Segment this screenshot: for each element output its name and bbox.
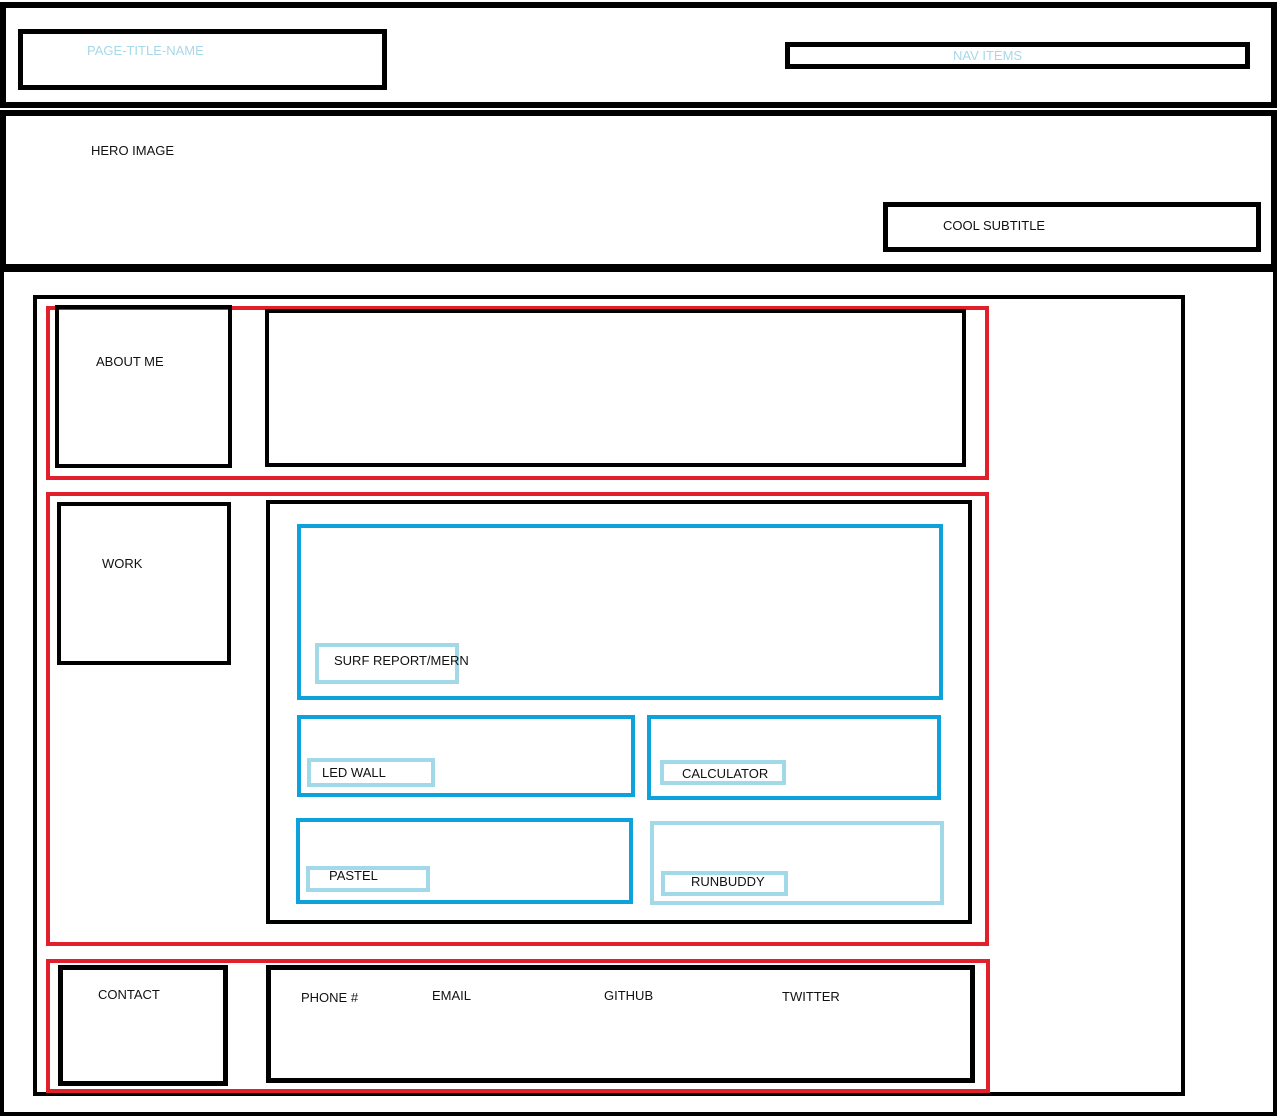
- project-label: SURF REPORT/MERN: [334, 653, 469, 668]
- hero-image-label: HERO IMAGE: [91, 143, 175, 158]
- contact-heading: CONTACT: [98, 987, 160, 1002]
- hero-subtitle: COOL SUBTITLE: [943, 218, 1046, 233]
- page-title-box[interactable]: [18, 29, 387, 90]
- about-heading: ABOUT ME: [96, 354, 164, 369]
- project-card-calculator[interactable]: [647, 715, 941, 800]
- project-label: RUNBUDDY: [691, 874, 765, 889]
- contact-email[interactable]: EMAIL: [432, 989, 471, 1002]
- about-content-box: [265, 309, 966, 467]
- contact-phone[interactable]: PHONE #: [301, 991, 358, 1004]
- subtitle-box: [883, 202, 1261, 252]
- contact-twitter[interactable]: TWITTER: [782, 990, 840, 1003]
- nav-items-label: NAV ITEMS: [953, 48, 1023, 63]
- project-label: PASTEL: [329, 868, 378, 883]
- project-label: CALCULATOR: [682, 766, 769, 781]
- contact-heading-box: [58, 965, 228, 1086]
- page-title: PAGE-TITLE-NAME: [87, 43, 204, 58]
- about-heading-box: [55, 305, 232, 468]
- contact-github[interactable]: GITHUB: [604, 989, 653, 1002]
- contact-links-box: [266, 965, 975, 1083]
- work-heading: WORK: [102, 556, 143, 571]
- work-heading-box: [57, 502, 231, 665]
- project-label: LED WALL: [322, 765, 386, 780]
